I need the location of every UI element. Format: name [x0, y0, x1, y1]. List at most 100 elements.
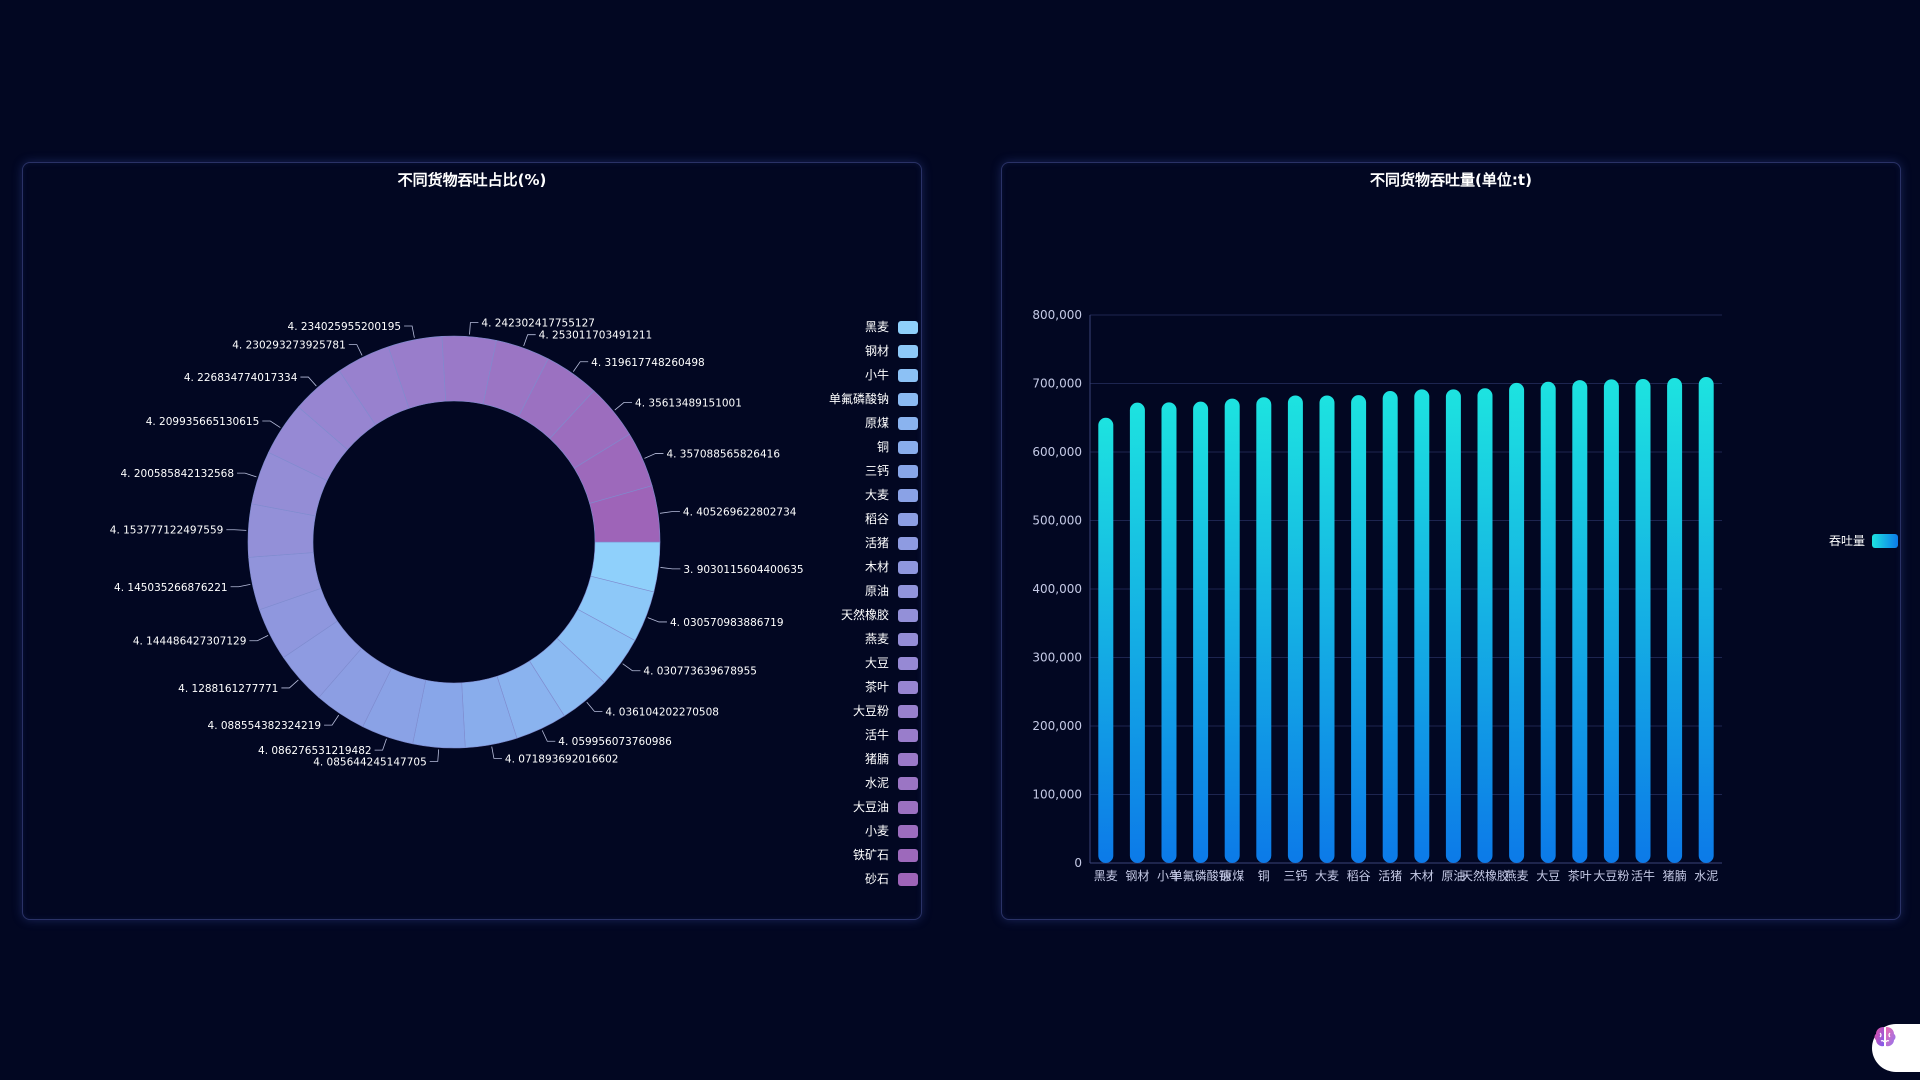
legend-swatch-2[interactable]: [898, 369, 918, 382]
bar-0[interactable]: [1098, 417, 1114, 863]
bar-13[interactable]: [1509, 382, 1525, 863]
pie-value-label-2: 4. 030773639678955: [643, 666, 757, 678]
legend-swatch-5[interactable]: [898, 441, 918, 454]
x-tick-label-15: 茶叶: [1568, 868, 1592, 883]
legend-swatch-19[interactable]: [898, 777, 918, 790]
pie-value-label-23: 4. 405269622802734: [683, 507, 797, 519]
pie-value-label-10: 4. 144486427307129: [133, 636, 247, 648]
x-tick-label-0: 黑麦: [1094, 869, 1118, 883]
pie-value-label-5: 4. 071893692016602: [505, 753, 619, 765]
legend-swatch-10[interactable]: [898, 561, 918, 574]
pie-label-line-20: [572, 361, 589, 372]
x-tick-label-18: 猪腩: [1663, 868, 1687, 883]
legend-label-10: 木材: [865, 560, 889, 574]
legend-swatch-16[interactable]: [898, 705, 918, 718]
pie-value-label-18: 4. 242302417755127: [481, 318, 595, 330]
legend-swatch-1[interactable]: [898, 345, 918, 358]
x-tick-label-17: 活牛: [1631, 868, 1655, 883]
pie-value-label-13: 4. 200585842132568: [120, 468, 234, 480]
legend-label-16: 大豆粉: [853, 704, 889, 718]
bar-5[interactable]: [1256, 397, 1272, 863]
bar-14[interactable]: [1540, 381, 1556, 863]
bar-7[interactable]: [1319, 395, 1335, 863]
legend-label-21: 小麦: [865, 824, 889, 838]
legend-swatch-8[interactable]: [898, 513, 918, 526]
pie-value-label-0: 3. 9030115604400635: [683, 564, 803, 576]
bar-8[interactable]: [1351, 395, 1367, 863]
pie-label-line-12: [226, 529, 247, 531]
legend-swatch-14[interactable]: [898, 657, 918, 670]
pie-label-line-9: [281, 679, 299, 689]
legend-label-6: 三钙: [865, 464, 889, 478]
legend-label-9: 活猪: [865, 536, 889, 550]
legend-swatch-0[interactable]: [898, 321, 918, 334]
bar-9[interactable]: [1382, 391, 1398, 863]
legend-swatch-17[interactable]: [898, 729, 918, 742]
legend-label-4: 原煤: [865, 416, 889, 430]
bar-18[interactable]: [1667, 378, 1683, 863]
legend-swatch-6[interactable]: [898, 465, 918, 478]
bar-17[interactable]: [1635, 379, 1651, 863]
x-tick-label-9: 活猪: [1378, 869, 1402, 883]
legend-swatch-7[interactable]: [898, 489, 918, 502]
bar-4[interactable]: [1224, 398, 1240, 863]
bar-1[interactable]: [1129, 402, 1145, 863]
legend-label-23: 砂石: [865, 872, 889, 886]
legend-swatch-23[interactable]: [898, 873, 918, 886]
pie-label-line-2: [622, 663, 641, 672]
legend-swatch-20[interactable]: [898, 801, 918, 814]
legend-label-0: 黑麦: [865, 320, 889, 334]
bar-legend-label: 吞吐量: [1829, 534, 1865, 548]
pie-label-line-7: [374, 738, 387, 751]
pie-label-line-19: [523, 334, 536, 347]
pie-value-label-12: 4. 153777122497559: [110, 525, 224, 537]
legend-swatch-21[interactable]: [898, 825, 918, 838]
x-tick-label-1: 钢材: [1125, 869, 1149, 883]
x-tick-label-14: 大豆: [1536, 869, 1560, 883]
legend-label-8: 稻谷: [865, 512, 889, 526]
y-tick-label-4: 400,000: [1032, 582, 1082, 596]
bar-16[interactable]: [1603, 379, 1619, 863]
bar-3[interactable]: [1193, 401, 1209, 863]
legend-label-3: 单氟磷酸钠: [829, 391, 889, 406]
pie-value-label-22: 4. 357088565826416: [666, 449, 780, 461]
pie-value-label-1: 4. 030570983886719: [670, 617, 784, 629]
pie-label-line-14: [262, 420, 281, 428]
brain-icon: [1874, 1027, 1896, 1047]
legend-swatch-12[interactable]: [898, 609, 918, 622]
legend-swatch-13[interactable]: [898, 633, 918, 646]
bar-12[interactable]: [1477, 388, 1493, 863]
x-tick-label-7: 大麦: [1315, 869, 1339, 883]
y-tick-label-6: 600,000: [1032, 445, 1082, 459]
legend-label-13: 燕麦: [865, 632, 889, 646]
x-tick-label-6: 三钙: [1283, 869, 1307, 883]
bar-19[interactable]: [1698, 376, 1714, 863]
pie-value-label-11: 4. 145035266876221: [114, 582, 228, 594]
pie-value-label-19: 4. 253011703491211: [539, 330, 653, 342]
y-tick-label-1: 100,000: [1032, 788, 1082, 802]
bar-11[interactable]: [1445, 389, 1461, 863]
x-tick-label-19: 水泥: [1694, 869, 1718, 883]
legend-swatch-11[interactable]: [898, 585, 918, 598]
bar-10[interactable]: [1414, 389, 1430, 863]
bar-2[interactable]: [1161, 402, 1177, 863]
legend-label-22: 铁矿石: [853, 848, 889, 862]
pie-label-line-5: [491, 746, 502, 759]
bar-6[interactable]: [1287, 395, 1303, 863]
legend-swatch-3[interactable]: [898, 393, 918, 406]
pie-label-line-17: [404, 325, 415, 338]
pie-value-label-6: 4. 085644245147705: [313, 756, 427, 768]
bar-15[interactable]: [1572, 380, 1588, 863]
legend-label-11: 原油: [865, 584, 889, 598]
bar-legend-swatch[interactable]: [1872, 534, 1898, 548]
legend-label-18: 猪腩: [865, 751, 889, 766]
legend-swatch-4[interactable]: [898, 417, 918, 430]
legend-swatch-9[interactable]: [898, 537, 918, 550]
pie-value-label-21: 4. 35613489151001: [635, 397, 742, 409]
pie-label-line-11: [230, 583, 251, 588]
assistant-button[interactable]: [1872, 1024, 1920, 1072]
legend-swatch-22[interactable]: [898, 849, 918, 862]
legend-swatch-15[interactable]: [898, 681, 918, 694]
legend-swatch-18[interactable]: [898, 753, 918, 766]
pie-label-line-21: [614, 401, 633, 411]
